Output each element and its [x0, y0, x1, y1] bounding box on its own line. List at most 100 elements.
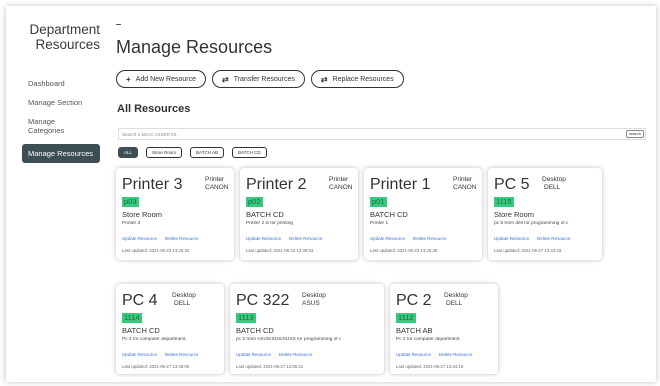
- plus-icon: +: [126, 74, 131, 84]
- brand-line-2: Resources: [35, 37, 100, 52]
- resource-brand: CANON: [329, 184, 353, 191]
- resource-name: Printer 2: [246, 176, 307, 193]
- sidebar-item-dashboard[interactable]: Dashboard: [22, 74, 108, 93]
- resource-code-badge: 1115: [494, 197, 514, 207]
- resource-code-badge: 1112: [396, 313, 416, 323]
- resource-name: Printer 3: [122, 176, 183, 193]
- resource-location: BATCH CD: [246, 210, 284, 219]
- resource-type-label: Desktop: [444, 292, 468, 299]
- filter-bar: ALL Store Room BATCH AB BATCH CD: [118, 147, 267, 158]
- add-resource-label: Add New Resource: [135, 75, 196, 83]
- resource-code-badge: 1113: [236, 313, 256, 323]
- brand-title: Department Resources: [22, 22, 100, 52]
- resource-description: Pc 4 for computer department.: [122, 337, 187, 342]
- delete-resource-link[interactable]: Delete Resource: [439, 352, 473, 357]
- delete-resource-link[interactable]: Delete Resource: [279, 352, 313, 357]
- resource-links: Update Resource Delete Resource: [246, 236, 323, 241]
- update-resource-link[interactable]: Update Resource: [370, 236, 405, 241]
- resource-card: PC 2 Desktop DELL 1112 BATCH AB Pc 2 for…: [390, 284, 498, 374]
- resource-type: Printer CANON: [329, 176, 352, 192]
- update-resource-link[interactable]: Update Resource: [246, 236, 281, 241]
- filter-batch-cd[interactable]: BATCH CD: [231, 147, 267, 158]
- delete-resource-link[interactable]: Delete Resource: [289, 236, 323, 241]
- app-window: Department Resources Dashboard Manage Se…: [6, 6, 656, 382]
- resource-name: PC 4: [122, 292, 158, 309]
- resource-card: Printer 1 Printer CANON p01 BATCH CD Pri…: [364, 168, 482, 260]
- resource-last-updated: Last updated: 2021-06-27 13:49:06: [122, 364, 190, 369]
- add-resource-button[interactable]: + Add New Resource: [116, 70, 206, 88]
- filter-store-room[interactable]: Store Room: [146, 147, 183, 158]
- resource-type: Desktop ASUS: [302, 292, 326, 308]
- resource-description: Printer 1: [370, 221, 389, 226]
- resource-links: Update Resource Delete Resource: [122, 236, 199, 241]
- resource-type: Desktop DELL: [444, 292, 468, 308]
- resource-card: PC 5 Desktop DELL 1115 Store Room pc 5 f…: [488, 168, 602, 260]
- resource-type: Printer CANON: [453, 176, 476, 192]
- delete-resource-link[interactable]: Delete Resource: [413, 236, 447, 241]
- resource-name: PC 5: [494, 176, 530, 193]
- sidebar-item-manage-section[interactable]: Manage Section: [22, 93, 108, 112]
- resource-brand: DELL: [544, 184, 561, 191]
- section-title: All Resources: [117, 103, 191, 115]
- resource-type: Desktop DELL: [172, 292, 196, 308]
- delete-resource-link[interactable]: Delete Resource: [165, 352, 199, 357]
- sidebar-nav: Dashboard Manage Section Manage Categori…: [22, 74, 108, 163]
- filter-batch-ab[interactable]: BATCH AB: [190, 147, 224, 158]
- replace-resources-button[interactable]: ⇄ Replace Resources: [310, 70, 404, 88]
- resource-code-badge: 1114: [122, 313, 142, 323]
- transfer-resources-label: Transfer Resources: [233, 75, 295, 83]
- resource-code-badge: p03: [122, 197, 139, 207]
- resource-description: Printer 2 is for printing: [246, 221, 293, 226]
- resource-type-label: Printer: [453, 176, 473, 183]
- delete-resource-link[interactable]: Delete Resource: [165, 236, 199, 241]
- resource-description: pc 5 from dell for programming of c: [494, 221, 569, 226]
- resource-location: Store Room: [494, 210, 535, 219]
- resource-name: PC 2: [396, 292, 432, 309]
- update-resource-link[interactable]: Update Resource: [236, 352, 271, 357]
- resource-type-label: Desktop: [172, 292, 196, 299]
- resource-type-label: Desktop: [302, 292, 326, 299]
- delete-resource-link[interactable]: Delete Resource: [537, 236, 571, 241]
- resource-location: Store Room: [122, 210, 163, 219]
- transfer-resources-button[interactable]: ⇄ Transfer Resources: [211, 70, 305, 88]
- resource-card: Printer 3 Printer CANON p03 Store Room P…: [116, 168, 234, 260]
- resource-description: pc 2 from ASUS/SUS/SUSS for programming …: [236, 337, 342, 342]
- resource-location: BATCH CD: [236, 326, 274, 335]
- update-resource-link[interactable]: Update Resource: [122, 352, 157, 357]
- resource-location: BATCH CD: [370, 210, 408, 219]
- resource-type-label: Desktop: [542, 176, 566, 183]
- resource-type: Printer CANON: [205, 176, 228, 192]
- action-toolbar: + Add New Resource ⇄ Transfer Resources …: [116, 70, 404, 88]
- resource-last-updated: Last updated: 2021-06-27 13:44:19: [396, 364, 464, 369]
- resource-code-badge: p01: [370, 197, 387, 207]
- resource-type: Desktop DELL: [542, 176, 566, 192]
- update-resource-link[interactable]: Update Resource: [122, 236, 157, 241]
- resource-links: Update Resource Delete Resource: [396, 352, 473, 357]
- sidebar-item-manage-resources[interactable]: Manage Resources: [22, 144, 100, 163]
- search-input[interactable]: Search a SEAC ASSER IIS: [118, 128, 646, 140]
- resource-name: PC 322: [236, 292, 290, 309]
- resource-links: Update Resource Delete Resource: [236, 352, 313, 357]
- resource-description: Printer 3: [122, 221, 141, 226]
- resource-type-label: Printer: [329, 176, 349, 183]
- resource-links: Update Resource Delete Resource: [122, 352, 199, 357]
- resource-brand: CANON: [453, 184, 477, 191]
- swap-icon: ⇄: [221, 74, 229, 84]
- resource-location: BATCH AB: [396, 326, 433, 335]
- update-resource-link[interactable]: Update Resource: [494, 236, 529, 241]
- resource-card: PC 4 Desktop DELL 1114 BATCH CD Pc 4 for…: [116, 284, 224, 374]
- resource-last-updated: Last updated: 2021-06-27 13:43:43: [494, 248, 562, 253]
- search-button[interactable]: search: [626, 130, 644, 138]
- update-resource-link[interactable]: Update Resource: [396, 352, 431, 357]
- sidebar-item-manage-categories[interactable]: Manage Categories: [22, 112, 84, 140]
- filter-all[interactable]: ALL: [118, 147, 139, 158]
- page-title: Manage Resources: [116, 37, 273, 57]
- brand-line-1: Department: [29, 22, 100, 37]
- resource-links: Update Resource Delete Resource: [370, 236, 447, 241]
- resource-last-updated: Last updated: 2021-06-23 13:39:53: [246, 248, 314, 253]
- swap-icon: ⇄: [320, 74, 328, 84]
- main-content: Manage Resources + Add New Resource ⇄ Tr…: [110, 6, 656, 382]
- resource-brand: ASUS: [302, 300, 320, 307]
- sidebar: Department Resources Dashboard Manage Se…: [22, 22, 108, 163]
- resource-brand: DELL: [174, 300, 191, 307]
